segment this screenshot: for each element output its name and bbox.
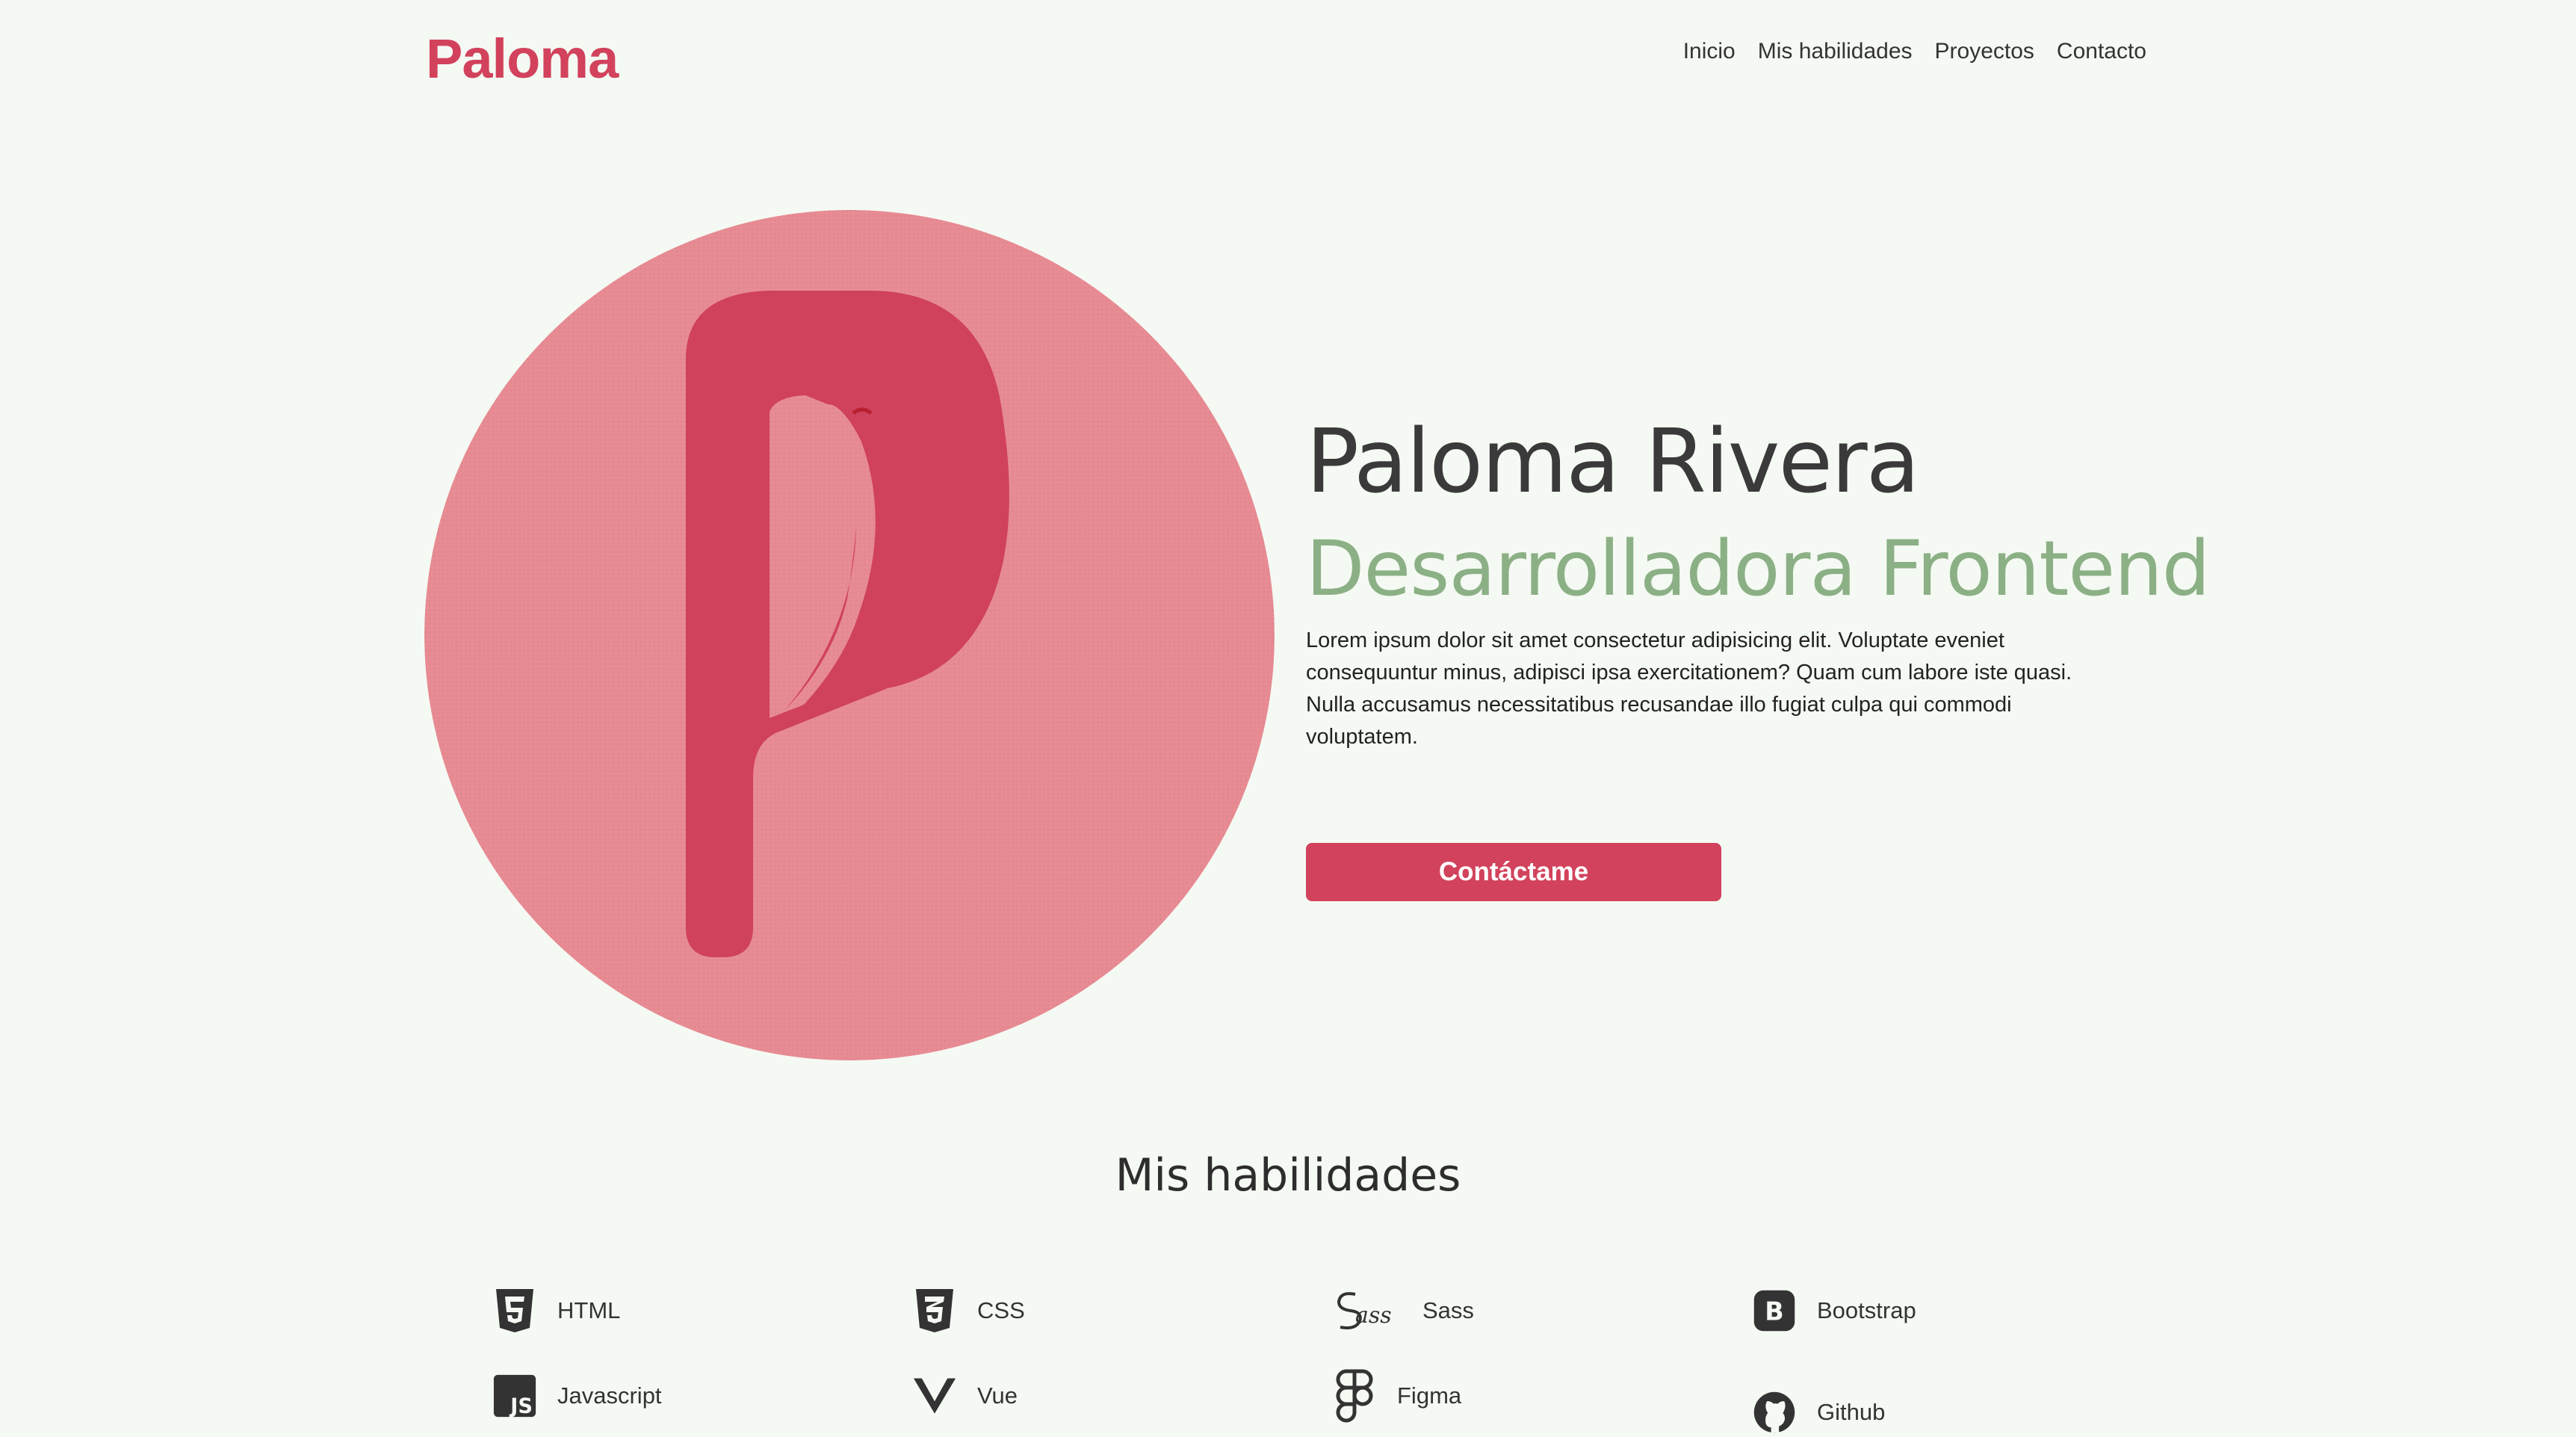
main-nav: Inicio Mis habilidades Proyectos Contact…	[1661, 39, 2146, 64]
hero-description: Lorem ipsum dolor sit amet consectetur a…	[1306, 628, 2072, 749]
css3-icon	[913, 1287, 956, 1335]
vue-icon	[913, 1372, 956, 1420]
svg-text:JS: JS	[509, 1395, 533, 1418]
github-icon	[1753, 1388, 1796, 1436]
bootstrap-icon: B	[1753, 1287, 1796, 1335]
svg-text:B: B	[1765, 1297, 1783, 1326]
hero-name: Paloma Rivera	[1306, 410, 1920, 513]
nav-link-contacto[interactable]: Contacto	[2057, 39, 2146, 64]
hero-image	[424, 210, 1275, 1060]
skill-item-github: Github	[1753, 1388, 1885, 1436]
figma-icon	[1333, 1369, 1376, 1423]
skill-label: Github	[1817, 1399, 1886, 1425]
skill-label: Sass	[1422, 1297, 1474, 1323]
skill-label: Bootstrap	[1817, 1297, 1916, 1323]
skill-label: CSS	[977, 1297, 1025, 1323]
skill-item-sass: ass Sass	[1333, 1287, 1474, 1335]
skill-label: Figma	[1397, 1382, 1462, 1409]
skill-label: Vue	[977, 1382, 1018, 1409]
js-icon: JS	[493, 1372, 536, 1420]
skill-item-vue: Vue	[913, 1372, 1018, 1420]
site-logo[interactable]: Paloma	[426, 27, 619, 90]
skill-label: HTML	[557, 1297, 621, 1323]
nav-link-inicio[interactable]: Inicio	[1683, 39, 1736, 64]
skill-item-figma: Figma	[1333, 1369, 1462, 1423]
skill-item-html: HTML	[493, 1287, 620, 1335]
skill-item-bootstrap: B Bootstrap	[1753, 1287, 1916, 1335]
skill-item-javascript: JS Javascript	[493, 1372, 662, 1420]
skill-item-css: CSS	[913, 1287, 1025, 1335]
sass-icon: ass	[1333, 1287, 1402, 1335]
p-bird-logo-icon	[424, 210, 1275, 1060]
svg-text:ass: ass	[1355, 1302, 1392, 1329]
nav-link-habilidades[interactable]: Mis habilidades	[1758, 39, 1913, 64]
skill-label: Javascript	[557, 1382, 662, 1409]
nav-link-proyectos[interactable]: Proyectos	[1935, 39, 2034, 64]
skills-title: Mis habilidades	[1115, 1149, 1461, 1202]
html5-icon	[493, 1287, 536, 1335]
contact-button[interactable]: Contáctame	[1306, 843, 1721, 901]
hero-role: Desarrolladora Frontend	[1306, 525, 2211, 614]
